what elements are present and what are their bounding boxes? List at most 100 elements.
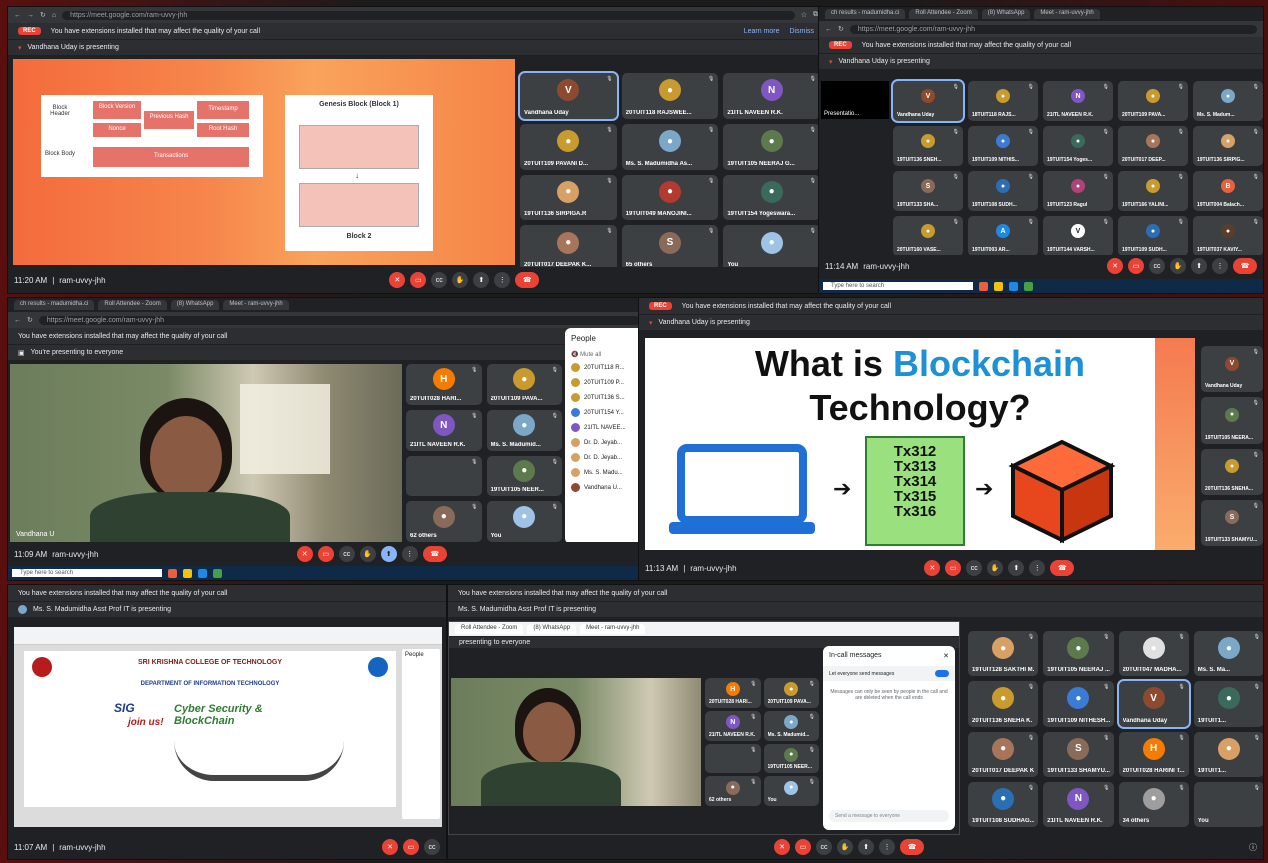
- tab-zoom[interactable]: Roll Attendee - Zoom: [98, 300, 167, 310]
- participant-tile[interactable]: ● 🎙 19TUIT109 SUDH...: [1118, 216, 1188, 256]
- participant-tile[interactable]: ● 🎙 Ms. S. Madumid...: [763, 710, 819, 741]
- people-list-item[interactable]: Dr. D. Jeyab...: [565, 435, 646, 450]
- captions-icon[interactable]: cc: [816, 839, 832, 855]
- participant-tile[interactable]: V 🎙 Vandhana Uday: [518, 71, 619, 121]
- participant-tile[interactable]: ● 🎙 You: [763, 776, 819, 806]
- tab-meet[interactable]: Meet - ram-uvvy-jhh: [223, 300, 289, 310]
- participant-tile[interactable]: V 🎙 Vandhana Uday: [1116, 679, 1191, 729]
- participant-tile[interactable]: ● 🎙 19TUIT037 KAVIY...: [1193, 216, 1263, 256]
- participant-tile[interactable]: S 🎙 19TUIT133 SHAMYU...: [1043, 731, 1114, 777]
- raise-hand-icon[interactable]: ✋: [987, 560, 1004, 576]
- people-list-item[interactable]: 21ITL NAVEE...: [565, 420, 646, 435]
- people-list-item[interactable]: Dr. D. Jeyab...: [565, 450, 646, 465]
- forward-icon[interactable]: →: [27, 12, 34, 19]
- camera-off-icon[interactable]: ▭: [403, 839, 419, 855]
- raise-hand-icon[interactable]: ✋: [359, 546, 376, 562]
- present-icon[interactable]: ⬆: [1191, 258, 1207, 274]
- present-icon[interactable]: ⬆: [1008, 560, 1025, 576]
- chrome-icon[interactable]: [1024, 281, 1033, 291]
- participant-tile[interactable]: ● 🎙 19TUIT049 MANOJINI...: [621, 174, 719, 221]
- participant-tile[interactable]: 🎙: [705, 743, 761, 774]
- participant-tile[interactable]: N 🎙 21ITL NAVEEN R.K.: [1043, 81, 1113, 121]
- back-icon[interactable]: ←: [825, 26, 832, 33]
- participant-tile[interactable]: ● 🎙 19TUIT108 SUDHAG...: [968, 781, 1039, 827]
- address-bar[interactable]: https://meet.google.com/ram-uvvy-jhh: [849, 24, 1257, 34]
- captions-icon[interactable]: cc: [338, 546, 355, 562]
- taskbar-search[interactable]: Type here to search: [823, 282, 973, 290]
- end-call-button[interactable]: ☎: [1050, 560, 1075, 576]
- toggle-switch[interactable]: [935, 670, 949, 677]
- present-icon[interactable]: ⬆: [473, 272, 490, 288]
- more-options-icon[interactable]: ⋮: [401, 546, 418, 562]
- address-bar[interactable]: https://meet.google.com/ram-uvvy-jhh: [38, 315, 640, 325]
- people-list-item[interactable]: 20TUIT136 S...: [565, 390, 646, 405]
- participant-tile[interactable]: ● 🎙 19TUIT136 SNEH...: [893, 126, 963, 166]
- participant-tile[interactable]: ● 🎙 34 others: [1118, 781, 1189, 827]
- camera-off-icon[interactable]: ▭: [410, 272, 427, 288]
- chevron-down-icon[interactable]: ▾: [649, 319, 653, 327]
- participant-tile[interactable]: ● 🎙 You: [486, 501, 562, 542]
- participant-tile[interactable]: ● 🎙 19TUIT154 Yogeswara...: [723, 174, 820, 221]
- participant-tile[interactable]: ● 🎙 19TUIT105 NEERA...: [1201, 397, 1263, 444]
- participant-tile[interactable]: ● 🎙 20TUIT160 VASE...: [893, 216, 963, 256]
- participant-tile[interactable]: 🎙 You: [1193, 781, 1263, 827]
- mic-off-icon[interactable]: ✕: [774, 839, 790, 855]
- participant-tile[interactable]: ● 🎙 62 others: [705, 776, 761, 806]
- camera-off-icon[interactable]: ▭: [1128, 258, 1144, 274]
- reload-icon[interactable]: ↻: [27, 316, 33, 324]
- participant-tile[interactable]: ● 🎙 19TUIT109 NITHESH...: [1043, 681, 1114, 727]
- people-list-item[interactable]: 20TUIT154 Y...: [565, 405, 646, 420]
- participant-tile[interactable]: ● 🎙 19TUIT123 Ragul: [1043, 171, 1113, 211]
- participant-tile[interactable]: N 🎙 21ITL NAVEEN R.K.: [1043, 781, 1114, 827]
- reload-icon[interactable]: ↻: [40, 11, 46, 19]
- folder-icon[interactable]: [183, 568, 192, 578]
- raise-hand-icon[interactable]: ✋: [452, 272, 469, 288]
- participant-tile[interactable]: ● 🎙 20TUIT136 SNEHA K.: [968, 681, 1039, 727]
- chrome-icon[interactable]: [213, 568, 222, 578]
- participant-tile[interactable]: B 🎙 19TUIT004 Balach...: [1193, 171, 1263, 211]
- participant-tile[interactable]: ● 🎙 Ms. S. Madumid...: [486, 409, 562, 451]
- people-list-item[interactable]: 20TUIT109 P...: [565, 375, 646, 390]
- mute-all-button[interactable]: 🔇 Mute all: [565, 349, 646, 360]
- mic-off-icon[interactable]: ✕: [1107, 258, 1123, 274]
- present-icon[interactable]: ⬆: [858, 839, 874, 855]
- participant-tile[interactable]: ● 🎙 Ms. S. Madum...: [1193, 81, 1263, 121]
- mail-icon[interactable]: [1009, 281, 1018, 291]
- present-icon[interactable]: ⬆: [380, 546, 397, 562]
- participant-tile[interactable]: ● 🎙 19TUIT136 SIRPIG...: [1193, 126, 1263, 166]
- tab-meet[interactable]: Meet - ram-uvvy-jhh: [1034, 9, 1100, 19]
- end-call-button[interactable]: ☎: [515, 272, 540, 288]
- camera-off-icon[interactable]: ▭: [795, 839, 811, 855]
- participant-tile[interactable]: A 🎙 19TUIT003 AR...: [968, 216, 1038, 256]
- participant-tile[interactable]: ● 🎙 20TUIT118 RAJSWEE...: [621, 73, 719, 119]
- tab-whatsapp[interactable]: (8) WhatsApp: [981, 9, 1031, 19]
- camera-off-icon[interactable]: ▭: [317, 546, 334, 562]
- participant-tile[interactable]: ● 🎙 19TUIT154 Yoges...: [1043, 126, 1113, 166]
- more-options-icon[interactable]: ⋮: [1029, 560, 1046, 576]
- learn-more-link[interactable]: Learn more: [744, 28, 780, 35]
- raise-hand-icon[interactable]: ✋: [837, 839, 853, 855]
- participant-tile[interactable]: ● 🎙 20TUIT136 SNEHA...: [1201, 448, 1263, 495]
- participant-tile[interactable]: S 🎙 19TUIT133 SHA...: [893, 171, 963, 211]
- participant-tile[interactable]: ● 🎙 19TUIT105 NEERAJ ...: [1043, 631, 1114, 677]
- participant-tile[interactable]: ● 🎙 20TUIT109 PAVA...: [1118, 81, 1188, 121]
- app-icon[interactable]: [979, 281, 988, 291]
- participant-tile[interactable]: ● 🎙 19TUIT105 NEERAJ G...: [723, 123, 820, 170]
- info-icon[interactable]: ⓘ: [1249, 842, 1257, 853]
- participant-tile[interactable]: ● 🎙 19TUIT166 YALINI...: [1118, 171, 1188, 211]
- captions-icon[interactable]: cc: [424, 839, 440, 855]
- star-icon[interactable]: ☆: [801, 11, 807, 19]
- back-icon[interactable]: ←: [14, 317, 21, 324]
- participant-tile[interactable]: V 🎙 Vandhana Uday: [891, 79, 965, 123]
- mic-off-icon[interactable]: ✕: [382, 839, 398, 855]
- participant-tile[interactable]: N 🎙 21ITL NAVEEN R.K.: [406, 409, 482, 451]
- more-options-icon[interactable]: ⋮: [879, 839, 895, 855]
- participant-tile[interactable]: ● 🎙 19TUIT109 NITHIS...: [968, 126, 1038, 166]
- raise-hand-icon[interactable]: ✋: [1170, 258, 1186, 274]
- participant-tile[interactable]: H 🎙 20TUIT028 HARINI T...: [1118, 731, 1189, 777]
- chevron-down-icon[interactable]: ▾: [829, 58, 833, 66]
- participant-tile[interactable]: ● 🎙 20TUIT017 DEEP...: [1118, 126, 1188, 166]
- participant-tile[interactable]: ● 🎙 20TUIT017 DEEPAK K.: [968, 731, 1039, 777]
- participant-tile[interactable]: ● 🎙 You: [723, 225, 820, 271]
- more-options-icon[interactable]: ⋮: [494, 272, 511, 288]
